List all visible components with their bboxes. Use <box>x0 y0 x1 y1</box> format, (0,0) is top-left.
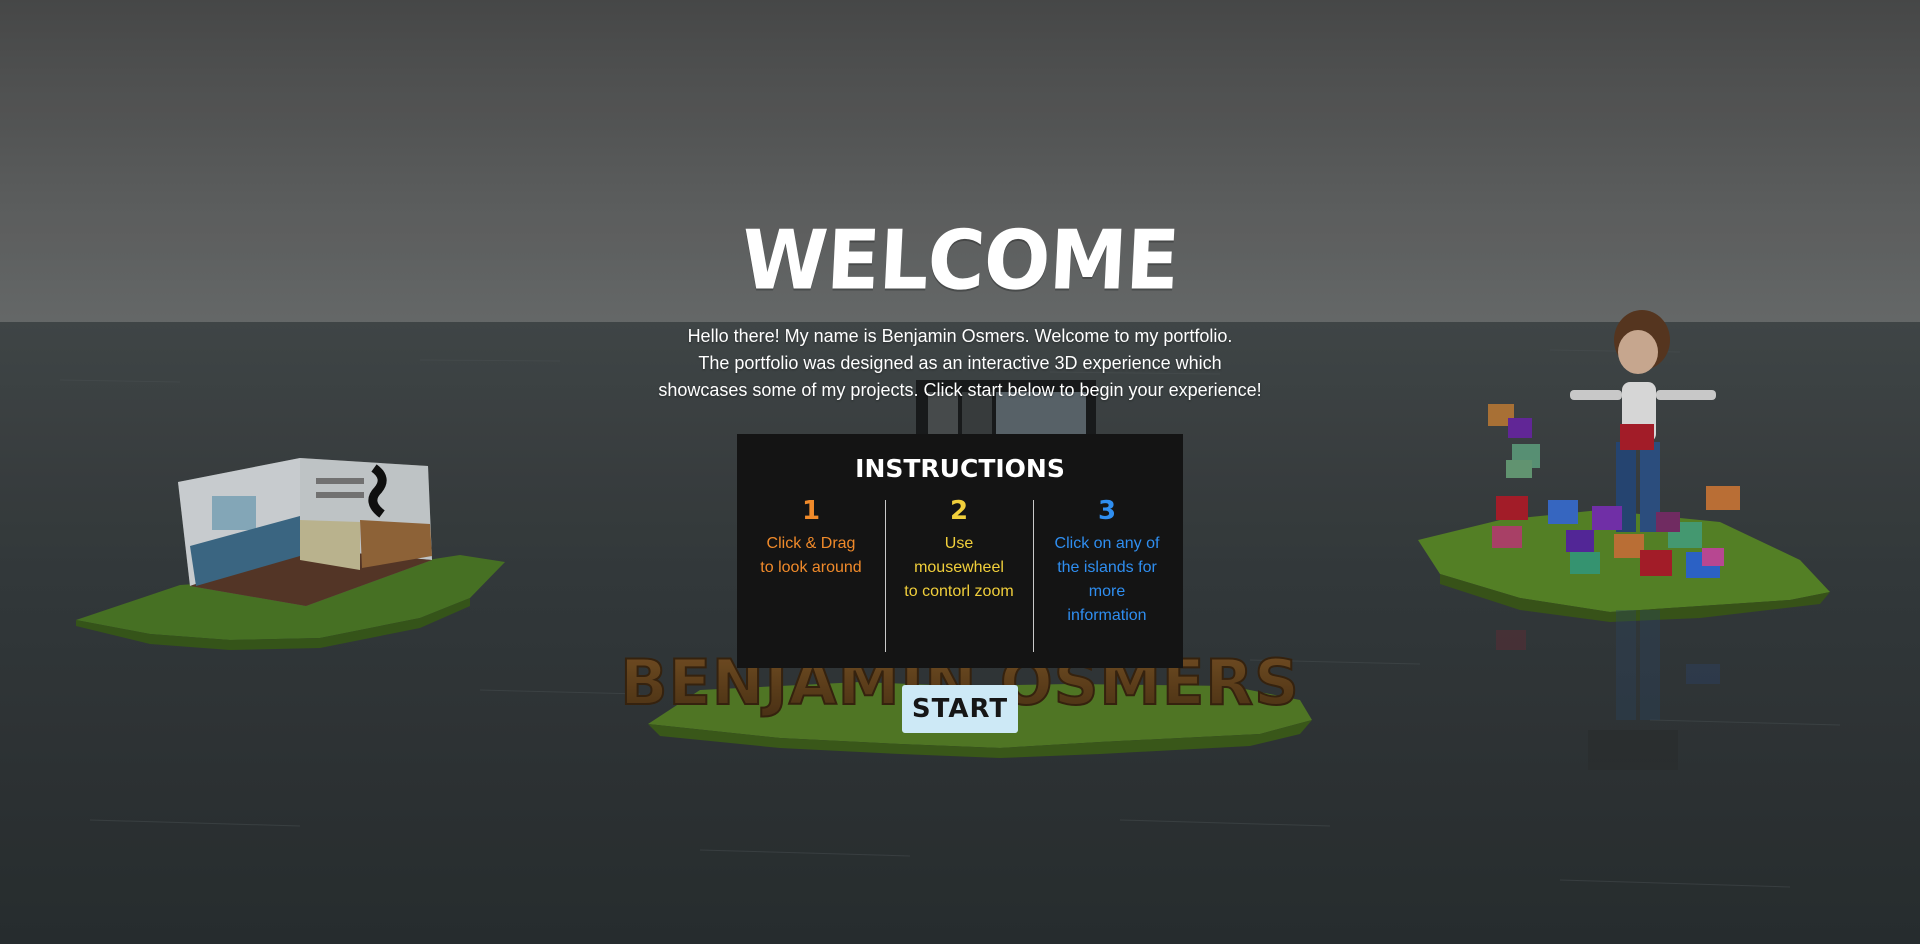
intro-line: showcases some of my projects. Click sta… <box>658 380 1262 400</box>
instruction-step-3: 3 Click on any of the islands for more i… <box>1033 496 1181 628</box>
instructions-title: INSTRUCTIONS <box>855 454 1065 483</box>
step-line: more <box>1088 583 1126 600</box>
step-line: to contorl zoom <box>904 583 1014 600</box>
intro-line: The portfolio was designed as an interac… <box>698 353 1222 373</box>
step-text: Click & Drag to look around <box>737 532 885 580</box>
step-line: to look around <box>760 559 862 576</box>
step-number: 1 <box>801 496 821 526</box>
step-number: 3 <box>1097 496 1117 526</box>
intro-text: Hello there! My name is Benjamin Osmers.… <box>560 323 1360 404</box>
step-text: Click on any of the islands for more inf… <box>1033 532 1181 628</box>
welcome-title: WELCOME <box>739 213 1181 309</box>
step-line: Use <box>944 535 974 552</box>
step-line: the islands for <box>1057 559 1157 576</box>
step-line: Click on any of <box>1054 535 1160 552</box>
instruction-step-1: 1 Click & Drag to look around <box>737 496 885 580</box>
step-text: Use mousewheel to contorl zoom <box>885 532 1033 604</box>
step-line: information <box>1067 607 1147 624</box>
step-number: 2 <box>949 496 969 526</box>
intro-line: Hello there! My name is Benjamin Osmers.… <box>687 326 1233 346</box>
instructions-panel: INSTRUCTIONS 1 Click & Drag to look arou… <box>737 434 1183 668</box>
start-button[interactable]: START <box>902 685 1018 733</box>
step-line: mousewheel <box>914 559 1004 576</box>
welcome-overlay: WELCOME Hello there! My name is Benjamin… <box>0 0 1920 944</box>
instruction-step-2: 2 Use mousewheel to contorl zoom <box>885 496 1033 604</box>
step-line: Click & Drag <box>766 535 856 552</box>
